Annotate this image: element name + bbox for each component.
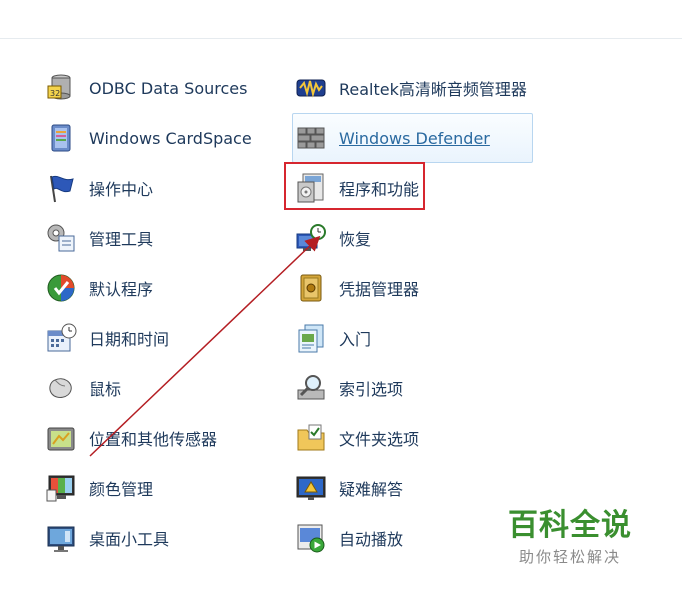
item-label: Windows CardSpace	[89, 128, 252, 148]
recovery-icon	[294, 221, 328, 255]
item-credential-manager[interactable]: 凭据管理器	[294, 263, 533, 313]
flag-icon	[44, 171, 78, 205]
item-label: Windows Defender	[339, 128, 490, 148]
cardspace-icon	[44, 121, 78, 155]
item-label: 默认程序	[89, 280, 154, 299]
item-default-programs[interactable]: 默认程序	[44, 263, 252, 313]
item-label: 自动播放	[339, 530, 404, 549]
audio-icon	[294, 71, 328, 105]
database-icon: 32	[44, 71, 78, 105]
item-date-time[interactable]: 日期和时间	[44, 313, 252, 363]
right-column: Realtek高清晰音频管理器 Windows Defender 程序和功能 恢…	[292, 63, 533, 563]
item-label: 程序和功能	[339, 180, 420, 199]
getting-started-icon	[294, 321, 328, 355]
svg-text:32: 32	[50, 89, 60, 98]
item-color-management[interactable]: 颜色管理	[44, 463, 252, 513]
item-label: 桌面小工具	[89, 530, 170, 549]
watermark: 百科全说 助你轻松解决	[508, 500, 632, 567]
color-management-icon	[44, 471, 78, 505]
item-getting-started[interactable]: 入门	[294, 313, 533, 363]
item-action-center[interactable]: 操作中心	[44, 163, 252, 213]
troubleshoot-icon	[294, 471, 328, 505]
item-odbc-data-sources[interactable]: 32 ODBC Data Sources	[44, 63, 252, 113]
item-troubleshooting[interactable]: 疑难解答	[294, 463, 533, 513]
calendar-clock-icon	[44, 321, 78, 355]
item-mouse[interactable]: 鼠标	[44, 363, 252, 413]
item-windows-defender[interactable]: Windows Defender	[292, 113, 533, 163]
programs-features-icon	[294, 171, 328, 205]
item-indexing-options[interactable]: 索引选项	[294, 363, 533, 413]
item-label: 索引选项	[339, 380, 404, 399]
item-folder-options[interactable]: 文件夹选项	[294, 413, 533, 463]
item-realtek-audio[interactable]: Realtek高清晰音频管理器	[294, 63, 533, 113]
item-desktop-gadgets[interactable]: 桌面小工具	[44, 513, 252, 563]
folder-options-icon	[294, 421, 328, 455]
item-label: 文件夹选项	[339, 430, 420, 449]
left-column: 32 ODBC Data Sources Windows CardSpace 操…	[44, 63, 252, 563]
item-label: 鼠标	[89, 380, 122, 399]
window-top-bar	[0, 0, 682, 39]
item-label: 入门	[339, 330, 372, 349]
item-label: 恢复	[339, 230, 372, 249]
item-location-sensors[interactable]: 位置和其他传感器	[44, 413, 252, 463]
admin-tools-icon	[44, 221, 78, 255]
item-label: 管理工具	[89, 230, 154, 249]
item-windows-cardspace[interactable]: Windows CardSpace	[44, 113, 252, 163]
gadgets-icon	[44, 521, 78, 555]
item-recovery[interactable]: 恢复	[294, 213, 533, 263]
item-label: 日期和时间	[89, 330, 170, 349]
item-label: 位置和其他传感器	[89, 430, 218, 449]
autoplay-icon	[294, 521, 328, 555]
default-programs-icon	[44, 271, 78, 305]
item-autoplay[interactable]: 自动播放	[294, 513, 533, 563]
defender-wall-icon	[294, 121, 328, 155]
item-label: 疑难解答	[339, 480, 404, 499]
credential-vault-icon	[294, 271, 328, 305]
watermark-title: 百科全说	[508, 508, 632, 543]
indexing-icon	[294, 371, 328, 405]
item-programs-features[interactable]: 程序和功能	[294, 163, 533, 213]
item-label: 凭据管理器	[339, 280, 420, 299]
sensor-icon	[44, 421, 78, 455]
item-label: 颜色管理	[89, 480, 154, 499]
item-label: 操作中心	[89, 180, 154, 199]
item-label: ODBC Data Sources	[89, 78, 248, 98]
item-label: Realtek高清晰音频管理器	[339, 80, 527, 99]
mouse-icon	[44, 371, 78, 405]
watermark-subtitle: 助你轻松解决	[518, 548, 621, 566]
item-admin-tools[interactable]: 管理工具	[44, 213, 252, 263]
